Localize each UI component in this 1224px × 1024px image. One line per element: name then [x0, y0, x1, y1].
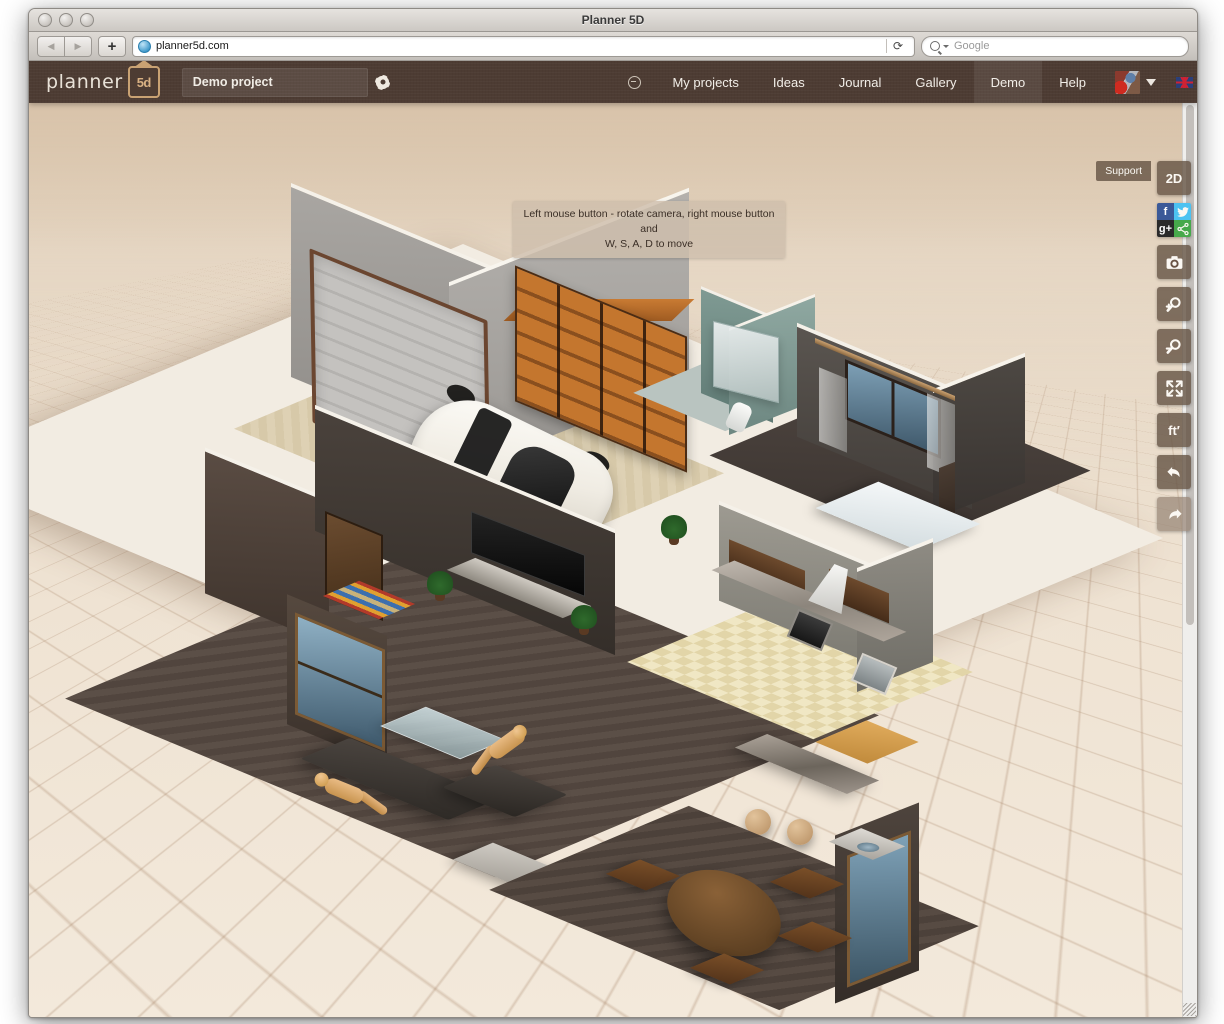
google-plus-icon[interactable]: g+ — [1157, 220, 1174, 237]
avatar — [1115, 71, 1140, 94]
logo-badge-text: 5d — [137, 75, 151, 90]
window-controls[interactable] — [38, 13, 94, 27]
address-bar[interactable]: planner5d.com ⟳ — [132, 36, 915, 57]
project-settings-button[interactable] — [370, 69, 396, 96]
browser-toolbar: ◀ ▶ + planner5d.com ⟳ Google — [29, 32, 1197, 61]
close-button[interactable] — [38, 13, 52, 27]
navigation-buttons[interactable]: ◀ ▶ — [37, 36, 92, 57]
user-menu[interactable] — [1103, 61, 1166, 103]
forward-button[interactable]: ▶ — [65, 36, 92, 57]
zoom-in-icon — [1165, 295, 1184, 314]
project-name-text: Demo project — [193, 75, 273, 89]
window-title: Planner 5D — [29, 13, 1197, 27]
window-resize-grip[interactable] — [1183, 1003, 1196, 1016]
search-placeholder: Google — [954, 40, 989, 52]
tooltip-line-2: W, S, A, D to move — [521, 237, 777, 252]
chevron-down-icon — [1146, 79, 1156, 86]
nav-item-ideas[interactable]: Ideas — [756, 61, 822, 103]
browser-window: Planner 5D ◀ ▶ + planner5d.com ⟳ Google … — [28, 8, 1198, 1018]
fullscreen-button[interactable] — [1157, 371, 1191, 405]
zoom-in-button[interactable] — [1157, 287, 1191, 321]
united-kingdom-flag-icon — [1176, 77, 1193, 88]
chevron-down-icon — [943, 45, 949, 48]
nav-item-gallery[interactable]: Gallery — [898, 61, 973, 103]
search-icon — [930, 41, 940, 51]
language-selector[interactable] — [1166, 61, 1197, 103]
nav-item-help[interactable]: Help — [1042, 61, 1103, 103]
social-share-group[interactable]: f g+ — [1157, 203, 1191, 237]
zoom-out-icon — [1165, 337, 1184, 356]
search-input[interactable]: Google — [921, 36, 1189, 57]
tooltip-line-1: Left mouse button - rotate camera, right… — [521, 207, 777, 237]
nav-collapse-button[interactable] — [614, 61, 655, 103]
nav-item-my-projects[interactable]: My projects — [655, 61, 755, 103]
undo-icon — [1165, 463, 1184, 482]
logo-house-icon: 5d — [128, 66, 160, 98]
main-navigation: My projects Ideas Journal Gallery Demo H… — [614, 61, 1197, 103]
3d-viewport[interactable]: Left mouse button - rotate camera, right… — [29, 103, 1197, 1018]
screenshot-button[interactable] — [1157, 245, 1191, 279]
reload-icon[interactable]: ⟳ — [886, 39, 909, 53]
facebook-icon[interactable]: f — [1157, 203, 1174, 220]
fullscreen-icon — [1165, 379, 1184, 398]
app-header: planner 5d Demo project My projects Idea… — [29, 61, 1197, 103]
project-name-field[interactable]: Demo project — [182, 68, 368, 97]
support-tab[interactable]: Support — [1096, 161, 1151, 181]
bar-stool[interactable] — [787, 819, 813, 845]
minus-circle-icon — [628, 76, 641, 89]
view-2d-button[interactable]: 2D — [1157, 161, 1191, 195]
units-button[interactable]: ft′ — [1157, 413, 1191, 447]
camera-icon — [1165, 253, 1184, 272]
window-titlebar: Planner 5D — [29, 9, 1197, 32]
back-button[interactable]: ◀ — [37, 36, 65, 57]
gear-icon — [375, 75, 390, 90]
redo-button[interactable] — [1157, 497, 1191, 531]
logo-wordmark: planner — [46, 71, 123, 93]
planner5d-logo[interactable]: planner 5d — [46, 66, 160, 98]
globe-icon — [138, 40, 151, 53]
zoom-out-button[interactable] — [1157, 329, 1191, 363]
potted-plant[interactable] — [427, 571, 453, 601]
curtain[interactable] — [819, 367, 847, 453]
viewport-toolbar: 2D f g+ — [1157, 161, 1191, 531]
zoom-button[interactable] — [80, 13, 94, 27]
redo-icon — [1165, 505, 1184, 524]
camera-controls-tooltip: Left mouse button - rotate camera, right… — [513, 201, 785, 258]
url-text: planner5d.com — [156, 40, 229, 52]
nav-item-demo[interactable]: Demo — [974, 61, 1043, 103]
minimize-button[interactable] — [59, 13, 73, 27]
new-tab-button[interactable]: + — [98, 36, 126, 57]
twitter-icon[interactable] — [1174, 203, 1191, 220]
potted-plant[interactable] — [571, 605, 597, 635]
potted-plant[interactable] — [661, 515, 687, 545]
web-page: planner 5d Demo project My projects Idea… — [29, 61, 1197, 1018]
undo-button[interactable] — [1157, 455, 1191, 489]
nav-item-journal[interactable]: Journal — [822, 61, 899, 103]
share-icon[interactable] — [1174, 220, 1191, 237]
